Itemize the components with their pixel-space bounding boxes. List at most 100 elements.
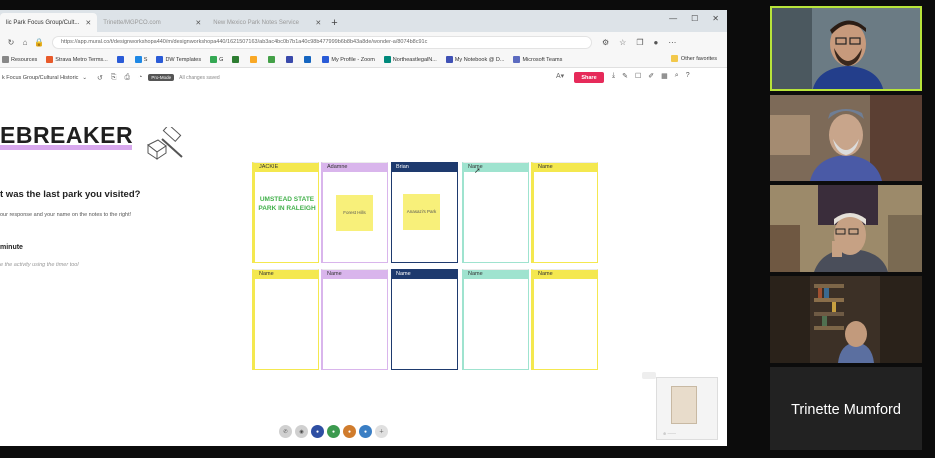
share-label: Share	[581, 74, 597, 81]
bookmark-item[interactable]: Strava Metro Terms...	[46, 56, 108, 63]
participant-video-tile[interactable]	[770, 6, 922, 91]
home-icon[interactable]: ⌂	[18, 38, 32, 47]
pointer-icon[interactable]: ◉	[295, 425, 308, 438]
extension-icon[interactable]: ⚙	[602, 38, 609, 47]
participant-video	[772, 8, 920, 89]
bookmark-item[interactable]	[250, 56, 259, 63]
response-card[interactable]: Name	[462, 269, 529, 370]
close-icon[interactable]: ✕	[85, 19, 91, 27]
user-icon[interactable]: A▾	[556, 72, 564, 80]
bookmark-item[interactable]: My Notebook @ D...	[445, 56, 504, 63]
participant-video-tile[interactable]	[770, 185, 922, 272]
phone-icon[interactable]: ✆	[279, 425, 292, 438]
print-icon[interactable]: ⎙	[125, 74, 131, 82]
participant-avatar-icon[interactable]: ●	[359, 425, 372, 438]
browser-tab[interactable]: New Mexico Park Notes Service ✕	[207, 13, 327, 32]
card-name-header[interactable]: Name	[255, 270, 318, 279]
history-icon[interactable]: ↺	[97, 74, 103, 82]
other-favorites-label: Other favorites	[680, 55, 717, 62]
response-card[interactable]: Name	[321, 269, 388, 370]
card-response-text[interactable]: UMSTEAD STATE PARK IN RALEIGH	[257, 195, 317, 213]
card-name-header[interactable]: Name	[323, 270, 387, 279]
close-icon[interactable]: ✕	[195, 19, 201, 27]
chat-icon[interactable]: ☐	[635, 72, 641, 80]
new-tab-button[interactable]: +	[331, 13, 337, 32]
participant-name: Trinette Mumford	[791, 402, 901, 418]
response-card[interactable]: Name	[531, 162, 598, 263]
card-name-header[interactable]: Name	[392, 270, 457, 279]
response-card[interactable]: Brian Anasazi's Park	[391, 162, 458, 263]
grid-icon[interactable]: ▦	[661, 72, 668, 80]
collections-icon[interactable]: ❐	[636, 38, 643, 47]
chevron-down-icon[interactable]: ⌄	[82, 75, 87, 81]
export-icon[interactable]: ⎘	[111, 74, 117, 82]
share-button[interactable]: Share	[574, 72, 604, 83]
other-favorites-folder[interactable]: Other favorites	[670, 55, 717, 62]
help-icon[interactable]: ?	[686, 72, 690, 80]
participant-avatar-icon[interactable]: ●	[327, 425, 340, 438]
mural-tool-icons: ↺ ⎘ ⎙ ◔	[97, 74, 142, 82]
browser-tab[interactable]: Trinette/MGPCO.com ✕	[97, 13, 207, 32]
sticky-note[interactable]: Forest Hills	[336, 195, 373, 231]
search-icon[interactable]: ⌕	[675, 72, 679, 80]
bookmark-item[interactable]	[116, 56, 126, 63]
response-card[interactable]: Name	[391, 269, 458, 370]
participant-video-tile[interactable]	[770, 276, 922, 363]
minimize-icon[interactable]: —	[669, 14, 677, 23]
sticky-note[interactable]: Anasazi's Park	[403, 194, 440, 230]
response-card[interactable]: Name	[252, 269, 319, 370]
profile-icon[interactable]: ●	[654, 38, 659, 47]
card-name-header[interactable]: Adamne	[323, 163, 387, 172]
response-card[interactable]: JACKIE UMSTEAD STATE PARK IN RALEIGH	[252, 162, 319, 263]
browser-tab[interactable]: lic Park Focus Group/Cult... ✕	[0, 13, 98, 32]
card-name-header[interactable]: JACKIE	[255, 163, 318, 172]
board-name[interactable]: k Focus Group/Cultural Historic	[2, 75, 78, 81]
close-window-icon[interactable]: ✕	[712, 14, 719, 23]
bookmark-item[interactable]	[268, 56, 277, 63]
card-name-header[interactable]: Name	[534, 163, 597, 172]
mode-badge: Pro-Mode	[148, 74, 175, 81]
bookmark-icon	[513, 56, 521, 63]
cursor-icon: ➚	[474, 166, 481, 175]
card-name-header[interactable]: Name	[534, 270, 597, 279]
maximize-icon[interactable]: ☐	[691, 14, 698, 23]
bookmark-icon	[304, 56, 312, 63]
participant-tile-no-video[interactable]: Trinette Mumford	[770, 367, 922, 450]
bookmark-item[interactable]: Microsoft Teams	[513, 56, 562, 63]
bookmark-item[interactable]	[232, 56, 241, 63]
bookmark-item[interactable]: S	[134, 56, 147, 63]
response-card[interactable]: Name	[531, 269, 598, 370]
download-icon[interactable]: ⤓	[612, 72, 615, 80]
mural-canvas[interactable]: EBREAKER t was the last park you visited…	[0, 87, 727, 446]
minimap[interactable]: ⊕ ───	[656, 377, 718, 440]
card-name-header[interactable]: Brian	[392, 163, 457, 172]
minimap-toggle[interactable]	[642, 372, 656, 379]
bookmark-icon	[46, 56, 54, 63]
bookmark-icon	[322, 56, 330, 63]
url-input[interactable]: https://app.mural.co/t/designworkshopa44…	[52, 35, 592, 49]
timer-icon[interactable]: ◔	[138, 74, 142, 82]
bookmark-item[interactable]: DW Templates	[156, 56, 201, 63]
card-name-header[interactable]: Name	[464, 270, 528, 279]
comment-icon[interactable]: ✎	[622, 72, 628, 80]
bookmark-item[interactable]: G	[210, 56, 223, 63]
bookmark-item[interactable]	[304, 56, 313, 63]
bookmark-item[interactable]: Resources	[2, 56, 37, 63]
response-card[interactable]: Adamne Forest Hills	[321, 162, 388, 263]
minimap-viewport[interactable]	[671, 386, 697, 424]
outline-icon[interactable]: ✐	[648, 72, 654, 80]
participant-avatar-icon[interactable]: ●	[311, 425, 324, 438]
participant-video-tile[interactable]	[770, 95, 922, 181]
response-card[interactable]: Name	[462, 162, 529, 263]
favorite-star-icon[interactable]: ☆	[619, 38, 626, 47]
participant-avatar-icon[interactable]: ●	[343, 425, 356, 438]
bookmark-item[interactable]: NortheastlegalN...	[383, 56, 437, 63]
refresh-icon[interactable]: ↻	[4, 38, 18, 47]
minimap-zoom-icon[interactable]: ⊕ ───	[663, 431, 676, 436]
close-icon[interactable]: ✕	[315, 19, 321, 27]
bookmark-item[interactable]	[286, 56, 295, 63]
bookmark-item[interactable]: My Profile - Zoom	[322, 56, 375, 63]
folder-icon	[670, 55, 678, 62]
more-icon[interactable]: ⋯	[668, 38, 676, 47]
more-icon[interactable]: ＋	[375, 425, 388, 438]
